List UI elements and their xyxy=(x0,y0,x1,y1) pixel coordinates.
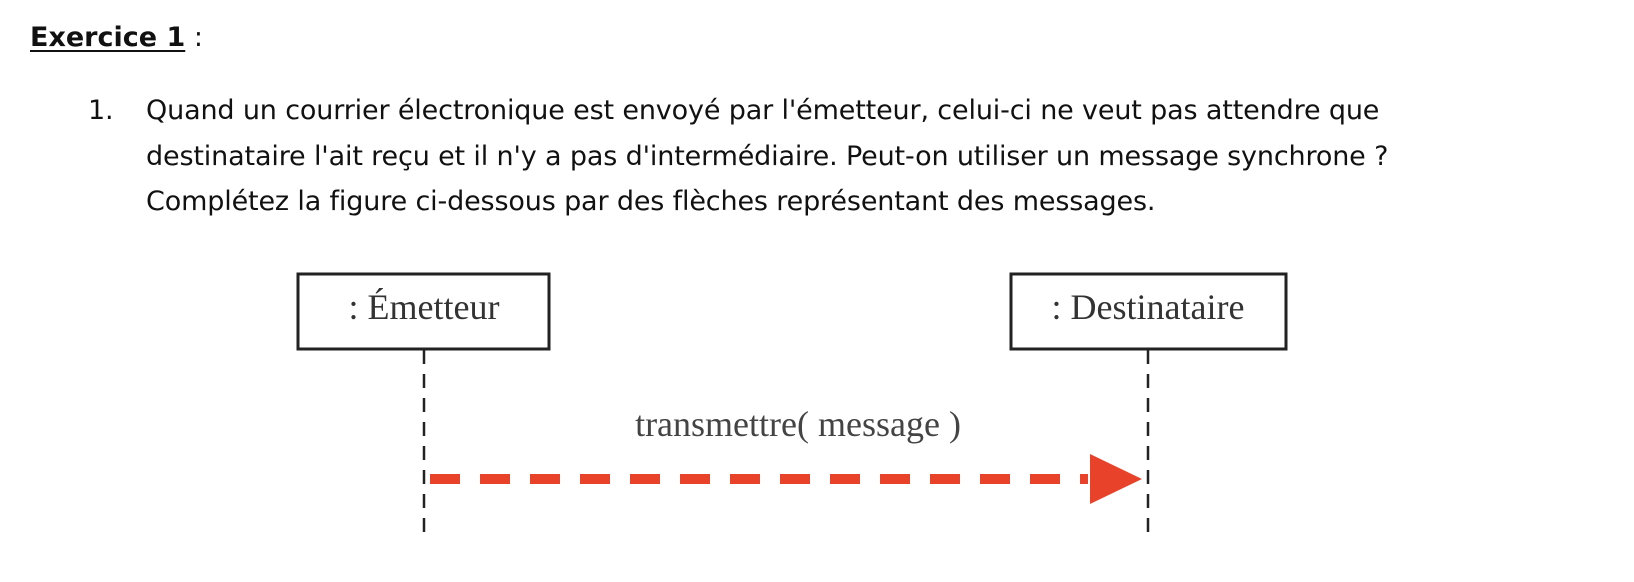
object-label-destinataire: : Destinataire xyxy=(1052,287,1245,327)
message-arrowhead-icon xyxy=(1090,454,1142,504)
object-label-emetteur: : Émetteur xyxy=(349,287,500,327)
lifeline-destinataire: : Destinataire xyxy=(1009,272,1288,540)
message-label: transmettre( message ) xyxy=(635,404,961,444)
sequence-diagram: : Émetteur : Destinataire transmettre( m… xyxy=(296,272,1288,540)
lifeline-emetteur: : Émetteur xyxy=(296,272,551,540)
message-transmettre: transmettre( message ) xyxy=(430,404,1142,504)
